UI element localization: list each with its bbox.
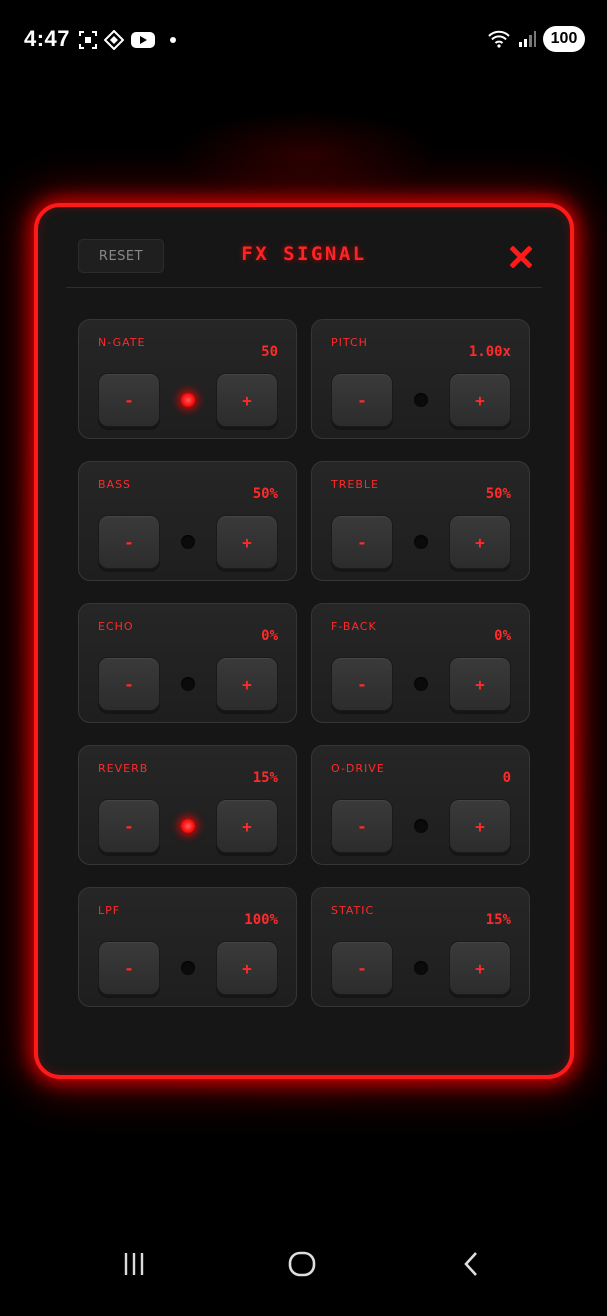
status-left-icons <box>78 30 176 50</box>
control-label: ECHO <box>98 620 134 633</box>
control-card-treble: TREBLE 50% - + <box>311 461 530 581</box>
status-led <box>414 393 428 407</box>
control-card-pitch: PITCH 1.00x - + <box>311 319 530 439</box>
youtube-icon <box>130 30 156 50</box>
control-card-lpf: LPF 100% - + <box>78 887 297 1007</box>
notification-dot <box>170 37 176 43</box>
control-value: 0 <box>502 770 511 786</box>
screen: 4:47 100 RESET FX SIGNAL N-GATE 50 - + P… <box>0 0 607 1316</box>
recents-button[interactable] <box>114 1246 154 1282</box>
status-led <box>181 961 195 975</box>
control-card-echo: ECHO 0% - + <box>78 603 297 723</box>
increase-button[interactable]: + <box>449 515 511 569</box>
wifi-icon <box>487 29 511 49</box>
control-value: 50 <box>261 344 278 360</box>
status-led <box>414 677 428 691</box>
home-button[interactable] <box>282 1246 322 1282</box>
close-button[interactable] <box>508 244 534 270</box>
control-value: 0% <box>261 628 278 644</box>
back-icon <box>464 1252 477 1276</box>
increase-button[interactable]: + <box>449 799 511 853</box>
status-led <box>181 393 195 407</box>
control-label: TREBLE <box>331 478 379 491</box>
decrease-button[interactable]: - <box>331 373 393 427</box>
status-time: 4:47 <box>24 26 71 51</box>
increase-button[interactable]: + <box>449 657 511 711</box>
panel-title: FX SIGNAL <box>241 243 367 265</box>
control-value: 15% <box>485 912 511 928</box>
status-led <box>181 677 195 691</box>
screenshot-icon <box>78 30 98 50</box>
increase-button[interactable]: + <box>216 799 278 853</box>
battery-indicator: 100 <box>543 26 585 52</box>
control-label: LPF <box>98 904 121 917</box>
control-value: 100% <box>244 912 278 928</box>
control-label: N-GATE <box>98 336 146 349</box>
status-bar: 4:47 100 <box>0 0 607 80</box>
back-button[interactable] <box>452 1246 492 1282</box>
control-card-bass: BASS 50% - + <box>78 461 297 581</box>
control-card-f-back: F-BACK 0% - + <box>311 603 530 723</box>
status-led <box>414 819 428 833</box>
status-led <box>414 961 428 975</box>
status-led <box>181 535 195 549</box>
control-value: 0% <box>494 628 511 644</box>
recents-icon <box>124 1253 144 1275</box>
control-label: BASS <box>98 478 132 491</box>
control-card-n-gate: N-GATE 50 - + <box>78 319 297 439</box>
control-card-reverb: REVERB 15% - + <box>78 745 297 865</box>
header-divider <box>66 287 542 288</box>
increase-button[interactable]: + <box>216 941 278 995</box>
control-value: 15% <box>252 770 278 786</box>
control-value: 1.00x <box>468 344 511 360</box>
navigation-bar <box>0 1228 607 1298</box>
control-label: PITCH <box>331 336 368 349</box>
control-label: O-DRIVE <box>331 762 385 775</box>
increase-button[interactable]: + <box>216 515 278 569</box>
fx-signal-panel: RESET FX SIGNAL N-GATE 50 - + PITCH 1.00… <box>34 203 574 1079</box>
status-led <box>181 819 195 833</box>
vpn-icon <box>104 30 124 50</box>
decrease-button[interactable]: - <box>98 657 160 711</box>
home-icon <box>288 1251 316 1277</box>
decrease-button[interactable]: - <box>331 657 393 711</box>
close-x-icon <box>510 246 532 268</box>
control-card-o-drive: O-DRIVE 0 - + <box>311 745 530 865</box>
control-card-static: STATIC 15% - + <box>311 887 530 1007</box>
decrease-button[interactable]: - <box>331 941 393 995</box>
decrease-button[interactable]: - <box>331 799 393 853</box>
increase-button[interactable]: + <box>216 657 278 711</box>
status-right-icons: 100 <box>487 26 585 52</box>
control-label: STATIC <box>331 904 375 917</box>
decrease-button[interactable]: - <box>98 799 160 853</box>
decrease-button[interactable]: - <box>98 515 160 569</box>
decrease-button[interactable]: - <box>98 941 160 995</box>
control-label: REVERB <box>98 762 149 775</box>
increase-button[interactable]: + <box>449 373 511 427</box>
decrease-button[interactable]: - <box>98 373 160 427</box>
decrease-button[interactable]: - <box>331 515 393 569</box>
control-value: 50% <box>485 486 511 502</box>
control-value: 50% <box>252 486 278 502</box>
control-label: F-BACK <box>331 620 377 633</box>
status-led <box>414 535 428 549</box>
increase-button[interactable]: + <box>216 373 278 427</box>
signal-icon <box>517 29 537 49</box>
increase-button[interactable]: + <box>449 941 511 995</box>
